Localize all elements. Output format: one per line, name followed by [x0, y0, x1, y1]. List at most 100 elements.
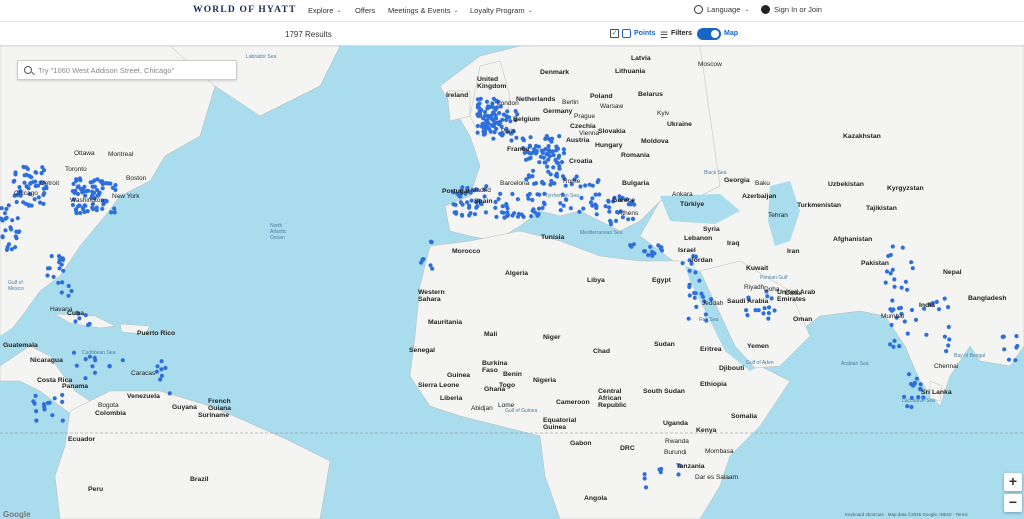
hotel-marker[interactable]	[526, 156, 531, 161]
hotel-marker[interactable]	[772, 308, 777, 313]
hotel-marker[interactable]	[159, 359, 164, 364]
hotel-marker[interactable]	[515, 197, 521, 202]
hotel-marker[interactable]	[903, 279, 909, 284]
hotel-marker[interactable]	[481, 132, 487, 137]
hotel-marker[interactable]	[167, 391, 172, 396]
hotel-marker[interactable]	[66, 283, 71, 289]
hotel-marker[interactable]	[552, 181, 557, 186]
hotel-marker[interactable]	[22, 180, 27, 185]
hotel-marker[interactable]	[24, 165, 29, 170]
hotel-marker[interactable]	[521, 138, 527, 143]
hotel-marker[interactable]	[41, 201, 46, 206]
hotel-marker[interactable]	[49, 254, 54, 259]
hotel-marker[interactable]	[519, 212, 524, 217]
hotel-marker[interactable]	[643, 485, 649, 490]
hotel-marker[interactable]	[32, 197, 37, 202]
hotel-marker[interactable]	[652, 251, 657, 256]
filters-icon[interactable]: ☰	[660, 30, 668, 41]
nav-meetings-events[interactable]: Meetings & Events ⌄	[388, 6, 459, 15]
nav-loyalty-program[interactable]: Loyalty Program ⌄	[470, 6, 533, 15]
hotel-marker[interactable]	[71, 350, 77, 355]
hotel-marker[interactable]	[73, 319, 78, 324]
hotel-marker[interactable]	[6, 203, 11, 208]
hotel-marker[interactable]	[492, 130, 497, 135]
hotel-marker[interactable]	[13, 172, 18, 177]
hotel-marker[interactable]	[699, 291, 704, 296]
hotel-marker[interactable]	[90, 206, 96, 212]
hotel-marker[interactable]	[505, 206, 510, 211]
hotel-marker[interactable]	[603, 204, 608, 209]
hotel-marker[interactable]	[596, 178, 601, 183]
hotel-marker[interactable]	[657, 467, 662, 472]
hotel-marker[interactable]	[460, 213, 465, 218]
hotel-marker[interactable]	[1013, 358, 1018, 363]
hotel-marker[interactable]	[905, 404, 910, 409]
hotel-marker[interactable]	[98, 179, 103, 184]
hotel-marker[interactable]	[909, 404, 914, 410]
hotel-marker[interactable]	[1001, 334, 1006, 339]
hotel-marker[interactable]	[946, 324, 951, 330]
map-attribution[interactable]: Keyboard shortcuts · Map data ©2025 Goog…	[845, 512, 968, 517]
hotel-marker[interactable]	[687, 293, 692, 298]
hotel-marker[interactable]	[556, 155, 561, 160]
hotel-marker[interactable]	[558, 201, 563, 206]
hotel-marker[interactable]	[535, 192, 540, 197]
hotel-marker[interactable]	[500, 204, 505, 209]
hotel-marker[interactable]	[56, 254, 62, 259]
hotel-marker[interactable]	[92, 178, 97, 183]
hotel-marker[interactable]	[496, 196, 501, 202]
hotel-marker[interactable]	[541, 155, 546, 160]
hotel-marker[interactable]	[92, 355, 97, 360]
hotel-marker[interactable]	[542, 160, 547, 165]
hotel-marker[interactable]	[17, 185, 22, 190]
hotel-marker[interactable]	[61, 268, 66, 273]
hotel-marker[interactable]	[540, 205, 545, 211]
hotel-marker[interactable]	[613, 218, 619, 223]
hotel-marker[interactable]	[583, 183, 588, 188]
hotel-marker[interactable]	[545, 164, 550, 169]
hotel-marker[interactable]	[74, 363, 79, 368]
hotel-marker[interactable]	[41, 192, 46, 197]
hotel-marker[interactable]	[656, 243, 661, 248]
hotel-marker[interactable]	[906, 372, 912, 377]
hotel-marker[interactable]	[510, 213, 515, 218]
hotel-marker[interactable]	[578, 184, 583, 189]
hotel-marker[interactable]	[107, 364, 112, 369]
hotel-marker[interactable]	[890, 244, 895, 249]
hotel-marker[interactable]	[492, 112, 497, 117]
hotel-marker[interactable]	[555, 160, 561, 165]
hotel-marker[interactable]	[90, 189, 95, 194]
nav-offers[interactable]: Offers	[355, 6, 375, 15]
hotel-marker[interactable]	[120, 358, 125, 363]
hotel-marker[interactable]	[694, 304, 699, 309]
map-canvas[interactable]	[0, 46, 1024, 519]
hotel-marker[interactable]	[159, 373, 165, 378]
hotel-marker[interactable]	[890, 298, 895, 303]
hotel-marker[interactable]	[22, 173, 27, 178]
hotel-marker[interactable]	[42, 404, 47, 409]
hotel-marker[interactable]	[542, 202, 547, 207]
hotel-marker[interactable]	[458, 200, 463, 205]
hotel-marker[interactable]	[491, 136, 496, 141]
zoom-out-button[interactable]: −	[1004, 494, 1022, 512]
hotel-marker[interactable]	[642, 476, 647, 481]
hotel-marker[interactable]	[561, 151, 567, 156]
hotel-marker[interactable]	[553, 173, 559, 178]
hotel-marker[interactable]	[34, 170, 39, 175]
hotel-marker[interactable]	[106, 181, 111, 186]
hotel-marker[interactable]	[946, 343, 951, 348]
hotel-marker[interactable]	[94, 208, 99, 213]
hotel-marker[interactable]	[911, 383, 916, 388]
hotel-marker[interactable]	[475, 97, 480, 102]
hotel-marker[interactable]	[4, 247, 9, 252]
hotel-marker[interactable]	[163, 365, 168, 371]
hotel-marker[interactable]	[568, 206, 574, 211]
points-label[interactable]: Points	[634, 30, 655, 37]
hotel-marker[interactable]	[646, 252, 651, 258]
hotel-marker[interactable]	[530, 208, 535, 213]
hotel-marker[interactable]	[505, 210, 510, 215]
hotel-marker[interactable]	[34, 418, 39, 423]
hotel-marker[interactable]	[593, 202, 598, 207]
hotel-marker[interactable]	[769, 296, 774, 301]
hotel-marker[interactable]	[112, 206, 117, 211]
